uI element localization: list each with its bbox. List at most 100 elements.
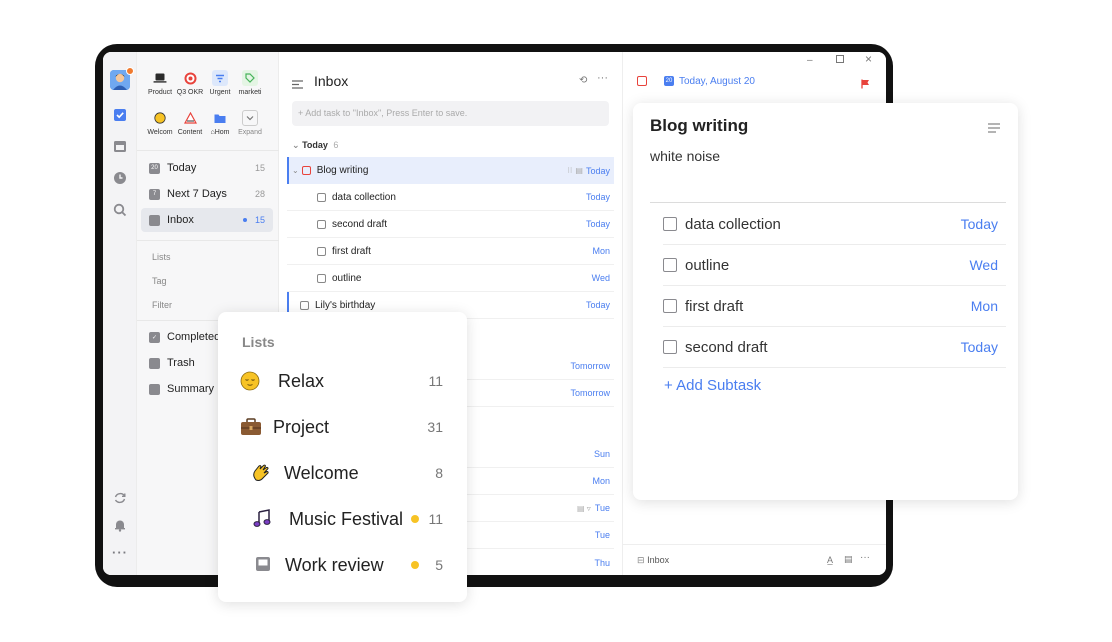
list-item-count: 8 [435,465,443,481]
subtask-row[interactable]: second draft Today [287,211,614,238]
subtask-row[interactable]: first draft Mon [663,286,1006,327]
subtask-due[interactable]: Wed [969,257,998,273]
add-task-input[interactable]: + Add task to "Inbox", Press Enter to sa… [292,101,609,126]
task-note[interactable]: white noise [650,148,720,164]
list-item-project[interactable]: Project 31 [218,404,467,450]
pinned-q3-okr[interactable]: Q3 OKR [173,70,207,96]
subtask-checkbox[interactable] [663,258,677,272]
flag-icon[interactable] [861,76,870,94]
chevron-down-icon: ⌄ [292,166,299,175]
close-button[interactable]: × [865,52,872,66]
task-due[interactable]: Tue [595,530,610,540]
pinned-welcome[interactable]: Welcom [143,110,177,136]
pinned-urgent[interactable]: Urgent [203,70,237,96]
task-due[interactable]: Thu [594,558,610,568]
subtask-due[interactable]: Mon [592,246,610,256]
task-due[interactable]: Tomorrow [570,388,610,398]
more-icon[interactable]: ··· [860,552,870,563]
pinned-content[interactable]: Content [173,110,207,136]
subtask-due[interactable]: Wed [592,273,610,283]
task-row-selected[interactable]: ⌄ Blog writing ⁝⁝ ▤ Today [287,157,614,184]
pinned-product[interactable]: Product [143,70,177,96]
list-selector[interactable]: ⊟ Inbox [637,555,669,566]
subtask-row[interactable]: first draft Mon [287,238,614,265]
detail-checkbox[interactable] [637,76,647,86]
subtask-checkbox[interactable] [663,299,677,313]
section-filter[interactable]: Filter [152,300,172,310]
task-checkbox[interactable] [300,300,309,310]
maximize-button[interactable] [836,55,844,63]
list-item-relax[interactable]: Relax 11 [218,358,467,404]
sort-icon[interactable]: ⟲ [579,75,587,86]
bell-icon[interactable] [112,517,128,533]
color-dot [411,515,419,523]
search-icon[interactable] [112,202,128,218]
subtask-due[interactable]: Mon [971,298,998,314]
task-due[interactable]: Tomorrow [570,361,610,371]
more-icon[interactable]: ··· [597,72,608,84]
sync-icon[interactable] [112,490,128,506]
trash-icon [149,357,160,369]
subtask-row[interactable]: data collection Today [663,204,1006,245]
nav-count: 15 [254,163,265,173]
clock-icon[interactable] [112,170,128,186]
subtask-due[interactable]: Today [961,339,998,355]
add-subtask-button[interactable]: + Add Subtask [664,377,761,394]
menu-icon[interactable] [988,120,1000,138]
subtask-due[interactable]: Today [586,192,610,202]
subtask-row[interactable]: outline Wed [663,245,1006,286]
subtask-checkbox[interactable] [317,192,326,202]
pinned-marketing[interactable]: marketi [233,70,267,96]
nav-label: Summary [167,383,215,395]
task-due[interactable]: Today [586,166,610,176]
subtask-checkbox[interactable] [663,340,677,354]
list-item-welcome[interactable]: Welcome 8 [218,450,467,496]
subtask-checkbox[interactable] [317,219,326,229]
task-checkbox[interactable] [301,166,311,175]
pinned-home[interactable]: ⌂Hom [203,110,237,136]
nav-inbox[interactable]: Inbox 15 [141,208,273,232]
subtask-checkbox[interactable] [663,217,677,231]
subtask-row[interactable]: second draft Today [663,327,1006,368]
task-title: Blog writing [316,165,369,176]
task-due[interactable]: Tue [595,503,610,513]
divider [623,544,886,545]
filter-icon [212,70,228,86]
menu-icon[interactable] [292,76,303,94]
nav-next-7-days[interactable]: 7 Next 7 Days 28 [141,182,273,206]
minimize-button[interactable]: – [807,55,813,66]
subtask-title: data collection [685,215,781,233]
subtask-due[interactable]: Today [586,219,610,229]
section-lists[interactable]: Lists [152,252,171,262]
list-item-count: 5 [435,557,443,573]
checkbox-icon[interactable] [112,107,128,123]
pinned-expand[interactable]: Expand [233,110,267,136]
subtask-due[interactable]: Today [961,216,998,232]
task-due[interactable]: Today [586,300,610,310]
section-tag[interactable]: Tag [152,276,167,286]
briefcase-icon [240,417,262,442]
task-due[interactable]: Sun [594,449,610,459]
nav-today[interactable]: 20 Today 15 [141,156,273,180]
completed-icon: ✓ [149,331,160,343]
subtask-row[interactable]: data collection Today [287,184,614,211]
text-format-icon[interactable]: A̲ [827,555,833,565]
divider [650,202,1006,203]
subtask-row[interactable]: outline Wed [287,265,614,292]
due-date[interactable]: Today, August 20 [679,76,755,87]
pinned-label: Expand [238,129,262,136]
summary-icon [149,383,160,395]
subtask-checkbox[interactable] [317,246,326,256]
nav-label: Next 7 Days [167,188,227,200]
task-due[interactable]: Mon [592,476,610,486]
subtask-checkbox[interactable] [317,273,326,283]
list-item-music-festival[interactable]: Music Festival 11 [218,496,467,542]
more-icon[interactable]: ··· [112,544,128,560]
notification-badge [126,67,134,75]
task-title[interactable]: Blog writing [650,116,748,136]
comment-icon[interactable]: ▤ [844,554,853,565]
wave-hand-icon [251,463,271,488]
list-item-work-review[interactable]: Work review 5 [218,542,467,588]
calendar-icon[interactable] [112,138,128,154]
group-today-header[interactable]: ⌄ Today 6 [292,140,338,151]
